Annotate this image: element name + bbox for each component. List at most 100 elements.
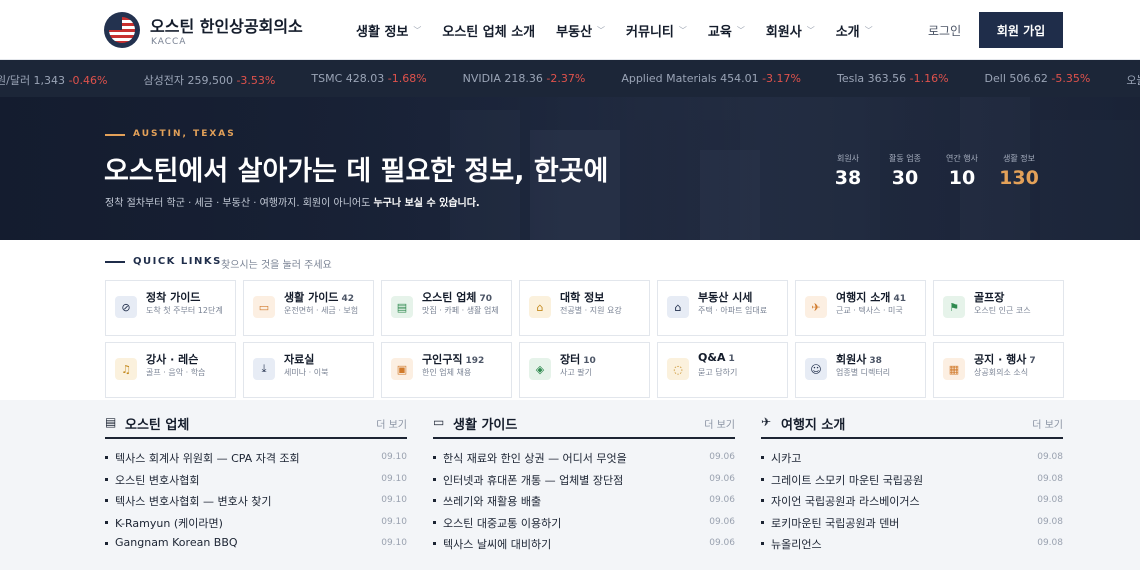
quick-link-card[interactable]: ◌ Q&A 1 묻고 답하기 [657,342,788,398]
list-item-date: 09.06 [709,538,735,548]
nav-item[interactable]: 교육 ﹀ [708,21,745,40]
list-item-title[interactable]: 오스틴 대중교통 이용하기 [443,515,561,531]
quick-link-desc: 주택 · 아파트 임대료 [698,306,768,315]
ticker-item[interactable]: TSMC 428.03 -1.68% [311,72,426,88]
quick-link-card[interactable]: ☺ 회원사 38 업종별 디렉터리 [795,342,926,398]
quick-link-title: 부동산 시세 [698,291,753,304]
quick-links-section: QUICK LINKS 찾으시는 것을 눌러 주세요 ⊘ 정착 가이드 도착 첫 주… [0,240,1140,400]
ticker-item[interactable]: 삼성전자 259,500 -3.53% [143,72,275,88]
list-item[interactable]: 쓰레기와 재활용 배출 09.06 [433,490,735,512]
list-item[interactable]: 자이언 국립공원과 라스베이거스 09.08 [761,490,1063,512]
home-icon: ⌂ [667,296,689,318]
quick-link-title: 정착 가이드 [146,291,201,304]
list-rows: 시카고 09.08 그레이트 스모키 마운틴 국립공원 09.08 자이언 국립공원과 … [761,447,1063,555]
nav-item[interactable]: 회원사 ﹀ [766,21,815,40]
list-item-title[interactable]: 쓰레기와 재활용 배출 [443,493,541,509]
quick-link-card[interactable]: ◈ 장터 10 사고 팔기 [519,342,650,398]
more-link[interactable]: 더 보기 [376,416,407,431]
brand-name[interactable]: 오스틴 한인상공회의소 [150,13,303,37]
stat-value: 10 [948,167,976,189]
more-link[interactable]: 더 보기 [704,416,735,431]
list-item[interactable]: 오스틴 변호사협회 09.10 [105,469,407,491]
list-item-title[interactable]: 인터넷과 휴대폰 개통 — 업체별 장단점 [443,472,623,488]
nav-item[interactable]: 커뮤니티 ﹀ [626,21,687,40]
bullet-icon [105,520,108,524]
quick-link-card[interactable]: ⤓ 자료실 세미나 · 이북 [243,342,374,398]
quick-link-card[interactable]: ▭ 생활 가이드 42 운전면허 · 세금 · 보험 [243,280,374,336]
list-item-date: 09.08 [1037,538,1063,548]
ticker-item[interactable]: 오늘 흐림 97° / 78° [1126,72,1140,88]
quick-link-title: Q&A 1 [698,351,735,364]
list-item-title[interactable]: 로키마운틴 국립공원과 덴버 [771,515,899,531]
quick-link-card[interactable]: ♫ 강사 · 레슨 골프 · 음악 · 학습 [105,342,236,398]
list-item-title[interactable]: 텍사스 변호사협회 — 변호사 찾기 [115,493,272,509]
logo-icon[interactable] [104,12,140,48]
quick-link-card[interactable]: ⌂ 부동산 시세주택 · 아파트 임대료 [657,280,788,336]
bullet-icon [761,542,764,545]
list-item[interactable]: Gangnam Korean BBQ 09.10 [105,533,407,555]
list-item[interactable]: 오스틴 대중교통 이용하기 09.06 [433,512,735,534]
stat-label: 활동 업종 [889,154,921,163]
nav-item[interactable]: 부동산 ﹀ [556,21,605,40]
list-item-title[interactable]: 오스틴 변호사협회 [115,472,199,488]
bullet-icon [761,499,764,502]
quick-link-card[interactable]: ✈ 여행지 소개 41 근교 · 텍사스 · 미국 [795,280,926,336]
ticker-change: -2.37% [546,72,586,85]
quick-link-count: 41 [893,294,906,304]
quick-link-card[interactable]: ▦ 공지 · 행사 7 상공회의소 소식 [933,342,1064,398]
list-item-title[interactable]: 한식 재료와 한인 상권 — 어디서 무엇을 [443,450,627,466]
nav-item[interactable]: 오스틴 업체 소개 [442,21,535,40]
ticker-item[interactable]: Dell 506.62 -5.35% [985,72,1091,88]
list-item-title[interactable]: 뉴올리언스 [771,536,822,552]
list-item-date: 09.08 [1037,495,1063,505]
ticker-item[interactable]: Tesla 363.56 -1.16% [837,72,949,88]
more-link[interactable]: 더 보기 [1032,416,1063,431]
ticker-item[interactable]: NVIDIA 218.36 -2.37% [463,72,586,88]
list-item[interactable]: 한식 재료와 한인 상권 — 어디서 무엇을 09.06 [433,447,735,469]
quick-link-count: 70 [479,294,492,304]
stat-label: 연간 행사 [946,154,978,163]
nav-item[interactable]: 소개 ﹀ [836,21,873,40]
stat-value: 38 [834,167,862,189]
quick-link-count: 192 [465,356,485,366]
list-item-date: 09.08 [1037,473,1063,484]
login-link[interactable]: 로그인 [928,22,961,39]
list-item[interactable]: 로키마운틴 국립공원과 덴버 09.08 [761,512,1063,534]
hero-location: AUSTIN, TEXAS [133,129,236,139]
quick-link-count: 38 [869,356,882,366]
list-item-title[interactable]: 그레이트 스모키 마운틴 국립공원 [771,472,923,488]
quick-link-card[interactable]: ⚑ 골프장 오스틴 인근 코스 [933,280,1064,336]
list-item-title[interactable]: 텍사스 회계사 위원회 — CPA 자격 조회 [115,450,300,466]
quick-link-card[interactable]: ▣ 구인구직 192 한인 업체 채용 [381,342,512,398]
ticker-item[interactable]: 원/달러 1,343 -0.46% [0,72,107,88]
list-item[interactable]: K-Ramyun (케이라면) 09.10 [105,512,407,534]
list-item[interactable]: 인터넷과 휴대폰 개통 — 업체별 장단점 09.06 [433,469,735,491]
ticker-item[interactable]: Applied Materials 454.01 -3.17% [621,72,801,88]
quick-link-title: 회원사 38 [836,353,882,366]
quick-link-desc: 골프 · 음악 · 학습 [146,368,206,377]
list-item-title[interactable]: Gangnam Korean BBQ [115,536,238,549]
list-item-title[interactable]: 시카고 [771,450,801,466]
quick-link-card[interactable]: ⌂ 대학 정보 전공별 · 지원 요강 [519,280,650,336]
quick-link-card[interactable]: ⊘ 정착 가이드 도착 첫 주부터 12단계 [105,280,236,336]
list-item-title[interactable]: 텍사스 날씨에 대비하기 [443,536,551,552]
quick-link-count: 1 [728,354,735,364]
chevron-down-icon: ﹀ [678,26,687,35]
quick-link-title: 장터 10 [560,353,596,366]
list-item-date: 09.06 [709,473,735,484]
download-icon: ⤓ [253,358,275,380]
list-item-date: 09.10 [381,516,407,527]
list-item-title[interactable]: K-Ramyun (케이라면) [115,515,223,531]
list-item[interactable]: 텍사스 변호사협회 — 변호사 찾기 09.10 [105,490,407,512]
quick-link-card[interactable]: ▤ 오스틴 업체 70 맛집 · 카페 · 생활 업체 [381,280,512,336]
nav-item[interactable]: 생활 정보 ﹀ [356,21,421,40]
signup-button[interactable]: 회원 가입 [979,12,1063,48]
list-item[interactable]: 뉴올리언스 09.08 [761,533,1063,555]
list-item[interactable]: 그레이트 스모키 마운틴 국립공원 09.08 [761,469,1063,491]
stat-label: 생활 정보 [1003,154,1035,163]
list-item[interactable]: 텍사스 회계사 위원회 — CPA 자격 조회 09.10 [105,447,407,469]
list-item[interactable]: 텍사스 날씨에 대비하기 09.06 [433,533,735,555]
list-item[interactable]: 시카고 09.08 [761,447,1063,469]
list-item-title[interactable]: 자이언 국립공원과 라스베이거스 [771,493,920,509]
bullet-icon [433,520,436,524]
